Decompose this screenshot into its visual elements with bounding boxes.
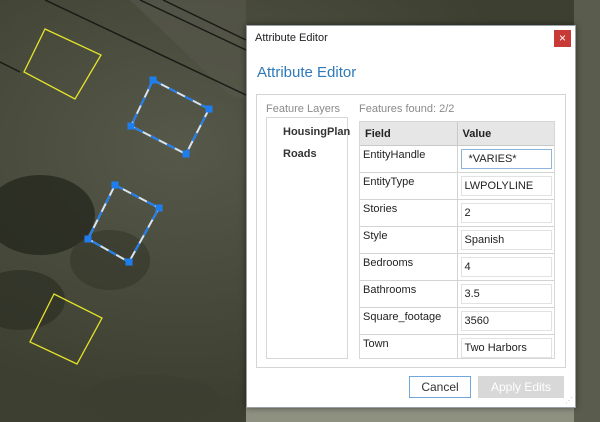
value-input[interactable]: 3.5: [460, 284, 552, 304]
close-icon: ×: [558, 31, 566, 45]
table-row: Stories 2: [360, 199, 554, 227]
value-input[interactable]: 2: [460, 203, 552, 223]
table-row: EntityHandle *VARIES*: [360, 145, 554, 173]
dialog-titlebar[interactable]: Attribute Editor ×: [247, 26, 575, 52]
value-input[interactable]: *VARIES*: [460, 149, 552, 169]
window-title: Attribute Editor: [255, 32, 328, 44]
field-name: Bedrooms: [360, 253, 458, 281]
apply-edits-button[interactable]: Apply Edits: [478, 376, 564, 398]
table-row: Town Two Harbors: [360, 334, 554, 358]
value-cell[interactable]: 3560: [457, 307, 554, 335]
column-header-field[interactable]: Field: [360, 122, 458, 146]
value-cell[interactable]: Spanish: [457, 226, 554, 254]
value-input[interactable]: Two Harbors: [460, 338, 552, 358]
table-row: Square_footage 3560: [360, 307, 554, 335]
value-input[interactable]: Spanish: [460, 230, 552, 250]
resize-grip-icon[interactable]: ⋰: [565, 396, 573, 405]
table-row: Bedrooms 4: [360, 253, 554, 281]
table-row: EntityType LWPOLYLINE: [360, 172, 554, 200]
value-cell[interactable]: 4: [457, 253, 554, 281]
table-row: Bathrooms 3.5: [360, 280, 554, 308]
attribute-grid: Field Value EntityHandle *VARIES* Entity…: [359, 121, 555, 359]
field-name: Stories: [360, 199, 458, 227]
value-cell[interactable]: 2: [457, 199, 554, 227]
value-cell[interactable]: LWPOLYLINE: [457, 172, 554, 200]
layer-item-roads[interactable]: Roads: [283, 148, 317, 160]
column-header-value[interactable]: Value: [457, 122, 554, 146]
field-name: Bathrooms: [360, 280, 458, 308]
field-name: EntityHandle: [360, 145, 458, 173]
field-name: Town: [360, 334, 458, 358]
field-name: Square_footage: [360, 307, 458, 335]
feature-layers-label: Feature Layers: [266, 103, 340, 115]
field-name: Style: [360, 226, 458, 254]
attribute-editor-dialog: Attribute Editor × Attribute Editor Feat…: [246, 25, 576, 408]
field-name: EntityType: [360, 172, 458, 200]
panel-title: Attribute Editor: [257, 64, 357, 81]
value-cell[interactable]: 3.5: [457, 280, 554, 308]
value-cell[interactable]: *VARIES*: [457, 145, 554, 173]
table-header-row: Field Value: [360, 122, 554, 146]
value-input[interactable]: 3560: [460, 311, 552, 331]
table-row: Style Spanish: [360, 226, 554, 254]
value-cell[interactable]: Two Harbors: [457, 334, 554, 358]
cancel-button[interactable]: Cancel: [409, 376, 471, 398]
layer-item-housingplan[interactable]: HousingPlan: [283, 126, 350, 138]
feature-layers-list: HousingPlan Roads: [266, 117, 350, 359]
value-input[interactable]: 4: [460, 257, 552, 277]
value-input[interactable]: LWPOLYLINE: [460, 176, 552, 196]
editor-body: Feature Layers Features found: 2/2 Housi…: [256, 94, 566, 368]
features-found-label: Features found: 2/2: [359, 103, 455, 115]
close-button[interactable]: ×: [554, 30, 571, 47]
